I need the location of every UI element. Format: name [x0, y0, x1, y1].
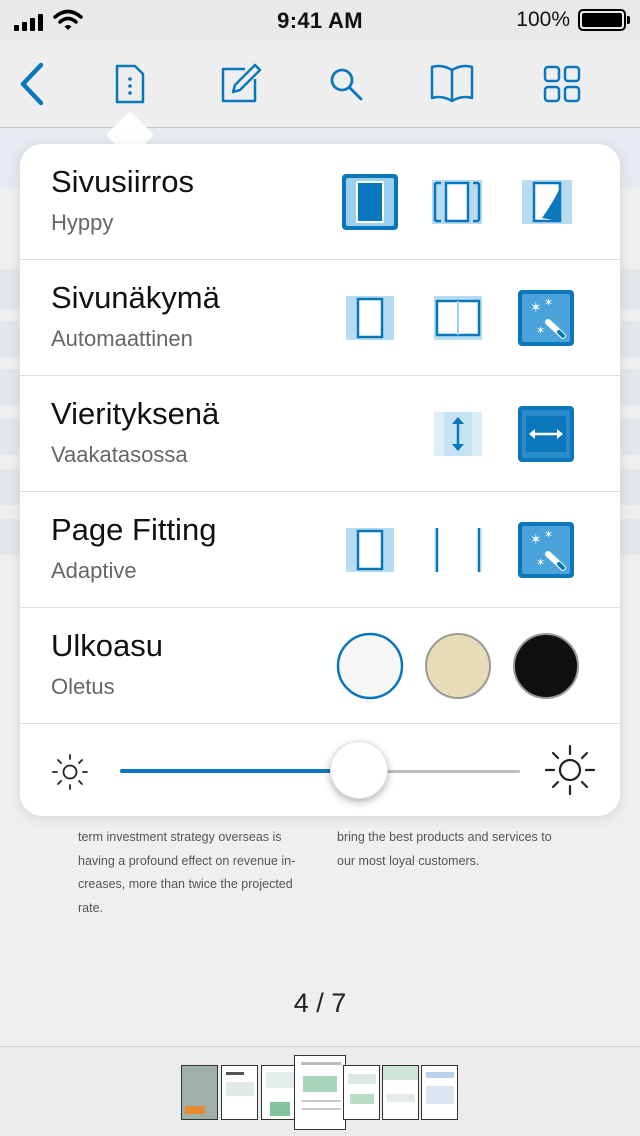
- document-left-column: term investment strategy overseas is hav…: [78, 826, 295, 920]
- sun-bright-icon: [544, 744, 596, 796]
- thumbnail-page-4-current[interactable]: [294, 1055, 346, 1130]
- horizontal-scroll-icon: [518, 406, 574, 462]
- white-theme-swatch: [336, 632, 404, 700]
- view-two-page-option[interactable]: [434, 296, 482, 345]
- page-indicator: 4 / 7: [293, 988, 347, 1018]
- status-bar: 9:41 AM 100%: [0, 0, 640, 40]
- transition-scroll-option[interactable]: [432, 180, 482, 229]
- svg-text:✶: ✶: [536, 324, 545, 337]
- setting-value: Vaakatasossa: [51, 442, 188, 467]
- search-button[interactable]: [320, 58, 372, 110]
- setting-title: Sivusiirros: [51, 164, 194, 199]
- text-line: term investment strategy overseas is: [78, 830, 282, 844]
- setting-value: Adaptive: [51, 558, 137, 583]
- setting-title: Page Fitting: [51, 512, 217, 547]
- back-button[interactable]: [6, 58, 58, 110]
- fit-adaptive-option[interactable]: ✶ ✶ ✶: [518, 522, 574, 583]
- two-page-icon: [434, 296, 482, 340]
- setting-value: Hyppy: [51, 210, 114, 235]
- single-page-icon: [346, 296, 394, 340]
- svg-text:✶: ✶: [530, 532, 542, 548]
- bookmarks-button[interactable]: [426, 58, 478, 110]
- view-single-option[interactable]: [346, 296, 394, 345]
- curl-page-icon: [522, 180, 572, 224]
- sepia-theme-swatch: [425, 633, 491, 699]
- svg-text:✶: ✶: [530, 300, 542, 316]
- grid-icon: [543, 65, 581, 103]
- svg-text:✶: ✶: [536, 556, 545, 569]
- setting-title: Sivunäkymä: [51, 280, 220, 315]
- page-transition-row: Sivusiirros Hyppy: [20, 144, 620, 260]
- thumbnail-page-2[interactable]: [221, 1065, 258, 1120]
- thumbnail-page-1[interactable]: [181, 1065, 218, 1120]
- transition-jump-option[interactable]: [342, 174, 398, 235]
- thumbnail-strip: [0, 1046, 640, 1136]
- theme-sepia-option[interactable]: [424, 632, 492, 705]
- thumbnail-page-3[interactable]: [261, 1065, 298, 1120]
- document-icon: [115, 64, 145, 104]
- fit-page-icon: [346, 528, 394, 572]
- annotate-button[interactable]: [214, 58, 266, 110]
- adaptive-magic-wand-icon: ✶ ✶ ✶: [518, 522, 574, 578]
- scroll-horizontal-option[interactable]: [518, 406, 574, 467]
- theme-white-option[interactable]: [336, 632, 404, 705]
- night-theme-swatch: [513, 633, 579, 699]
- thumbnail-page-5[interactable]: [343, 1065, 380, 1120]
- thumbnail-page-7[interactable]: [421, 1065, 458, 1120]
- brightness-row: [20, 724, 620, 816]
- document-settings-button[interactable]: [104, 58, 156, 110]
- jump-page-icon: [342, 174, 398, 230]
- brightness-slider-thumb[interactable]: [330, 741, 388, 799]
- thumbnail-page-6[interactable]: [382, 1065, 419, 1120]
- text-line: bring the best products and services to: [337, 830, 552, 844]
- battery-icon: [578, 9, 630, 31]
- view-settings-popover: Sivusiirros Hyppy Sivunäkymä Automaattin…: [20, 144, 620, 816]
- thumbnails-button[interactable]: [536, 58, 588, 110]
- edit-icon: [221, 63, 262, 103]
- setting-value: Automaattinen: [51, 326, 193, 351]
- reader-toolbar: [0, 40, 640, 128]
- text-line: our most loyal customers.: [337, 853, 480, 868]
- theme-night-option[interactable]: [512, 632, 580, 705]
- text-line: rate.: [78, 900, 104, 915]
- setting-title: Ulkoasu: [51, 628, 163, 663]
- scroll-direction-row: Vierityksenä Vaakatasossa: [20, 376, 620, 492]
- status-time: 9:41 AM: [277, 8, 363, 33]
- view-automatic-option[interactable]: ✶ ✶ ✶: [518, 290, 574, 351]
- svg-text:✶: ✶: [544, 296, 553, 309]
- transition-curl-option[interactable]: [522, 180, 572, 229]
- fit-width-option[interactable]: [434, 528, 482, 577]
- scroll-page-icon: [432, 180, 482, 224]
- text-line: creases, more than twice the projected: [78, 877, 293, 891]
- page-view-row: Sivunäkymä Automaattinen ✶ ✶ ✶: [20, 260, 620, 376]
- document-right-column: bring the best products and services to …: [337, 826, 552, 873]
- appearance-row: Ulkoasu Oletus: [20, 608, 620, 724]
- sun-dim-icon: [52, 754, 88, 790]
- brightness-track: [380, 770, 520, 773]
- text-line: having a profound effect on revenue in-: [78, 853, 296, 868]
- vertical-scroll-icon: [434, 412, 482, 456]
- scroll-vertical-option[interactable]: [434, 412, 482, 461]
- setting-value: Oletus: [51, 674, 115, 699]
- svg-text:✶: ✶: [544, 528, 553, 541]
- page-fitting-row: Page Fitting Adaptive ✶ ✶ ✶: [20, 492, 620, 608]
- setting-title: Vierityksenä: [51, 396, 220, 431]
- fit-page-option[interactable]: [346, 528, 394, 577]
- book-icon: [430, 64, 474, 103]
- fit-width-icon: [434, 528, 482, 572]
- auto-magic-wand-icon: ✶ ✶ ✶: [518, 290, 574, 346]
- search-icon: [330, 68, 363, 101]
- back-chevron-icon: [20, 62, 44, 106]
